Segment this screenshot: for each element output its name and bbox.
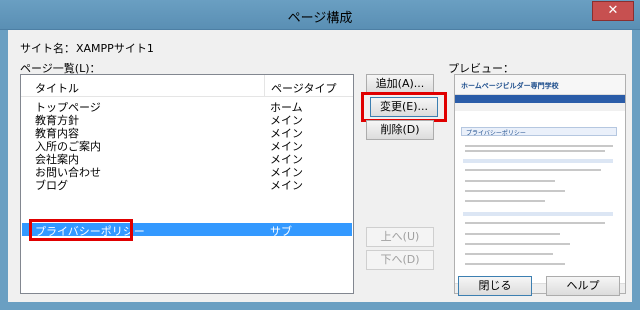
preview-text-line bbox=[465, 243, 570, 245]
column-header-title[interactable]: タイトル bbox=[35, 80, 79, 96]
preview-logo: ホームページビルダー専門学校 bbox=[461, 82, 559, 90]
title-bar: ページ構成 ✕ bbox=[0, 0, 640, 30]
move-up-button[interactable]: 上へ(U) bbox=[366, 227, 434, 247]
page-title: ブログ bbox=[35, 179, 68, 192]
list-item[interactable]: 入所のご案内 メイン bbox=[22, 138, 352, 153]
column-header-page-type[interactable]: ページタイプ bbox=[271, 80, 337, 96]
preview-text-line bbox=[465, 180, 555, 182]
help-button[interactable]: ヘルプ bbox=[546, 276, 620, 296]
list-header: タイトル ページタイプ bbox=[21, 75, 353, 97]
preview-text-line bbox=[465, 190, 565, 192]
preview-text-line bbox=[465, 233, 560, 235]
list-item[interactable]: 教育内容 メイン bbox=[22, 125, 352, 140]
list-item[interactable]: 教育方針 メイン bbox=[22, 112, 352, 127]
site-name-value: XAMPPサイト1 bbox=[76, 42, 154, 55]
preview-text-line bbox=[465, 263, 565, 265]
preview-pane: ホームページビルダー専門学校 プライバシーポリシー bbox=[454, 74, 626, 294]
delete-button[interactable]: 削除(D) bbox=[366, 120, 434, 140]
page-type: メイン bbox=[270, 179, 303, 192]
preview-breadcrumb bbox=[455, 103, 625, 111]
preview-subheading bbox=[463, 212, 613, 216]
list-item[interactable]: ブログ メイン bbox=[22, 177, 352, 192]
list-item[interactable]: お問い合わせ メイン bbox=[22, 164, 352, 179]
highlight-box-row bbox=[29, 219, 133, 241]
preview-nav bbox=[455, 95, 625, 103]
dialog-client: サイト名： XAMPPサイト1 ページ一覧(L)： タイトル ページタイプ トッ… bbox=[8, 30, 632, 302]
close-window-button[interactable]: ✕ bbox=[592, 1, 634, 21]
preview-text-line bbox=[465, 169, 601, 171]
close-button[interactable]: 閉じる bbox=[458, 276, 532, 296]
preview-text-line bbox=[465, 222, 605, 224]
move-down-button[interactable]: 下へ(D) bbox=[366, 250, 434, 270]
window-title: ページ構成 bbox=[287, 11, 353, 26]
page-list[interactable]: タイトル ページタイプ トップページ ホーム 教育方針 メイン 教育内容 メイン… bbox=[20, 74, 354, 294]
preview-text-line bbox=[465, 200, 545, 202]
preview-section-title: プライバシーポリシー bbox=[466, 130, 526, 137]
list-item[interactable]: トップページ ホーム bbox=[22, 99, 352, 114]
page-type: サブ bbox=[270, 225, 292, 238]
preview-text-line bbox=[465, 145, 613, 147]
window-frame: サイト名： XAMPPサイト1 ページ一覧(L)： タイトル ページタイプ トッ… bbox=[0, 30, 640, 310]
preview-subheading bbox=[463, 159, 613, 163]
preview-section-heading: プライバシーポリシー bbox=[461, 127, 617, 137]
column-divider[interactable] bbox=[264, 75, 265, 97]
add-button[interactable]: 追加(A)... bbox=[366, 74, 434, 94]
edit-button[interactable]: 変更(E)... bbox=[370, 97, 438, 117]
preview-text-line bbox=[465, 150, 605, 152]
list-item[interactable]: 会社案内 メイン bbox=[22, 151, 352, 166]
site-name-label: サイト名： bbox=[20, 42, 75, 55]
preview-text-line bbox=[465, 253, 553, 255]
preview-header: ホームページビルダー専門学校 bbox=[455, 75, 625, 95]
